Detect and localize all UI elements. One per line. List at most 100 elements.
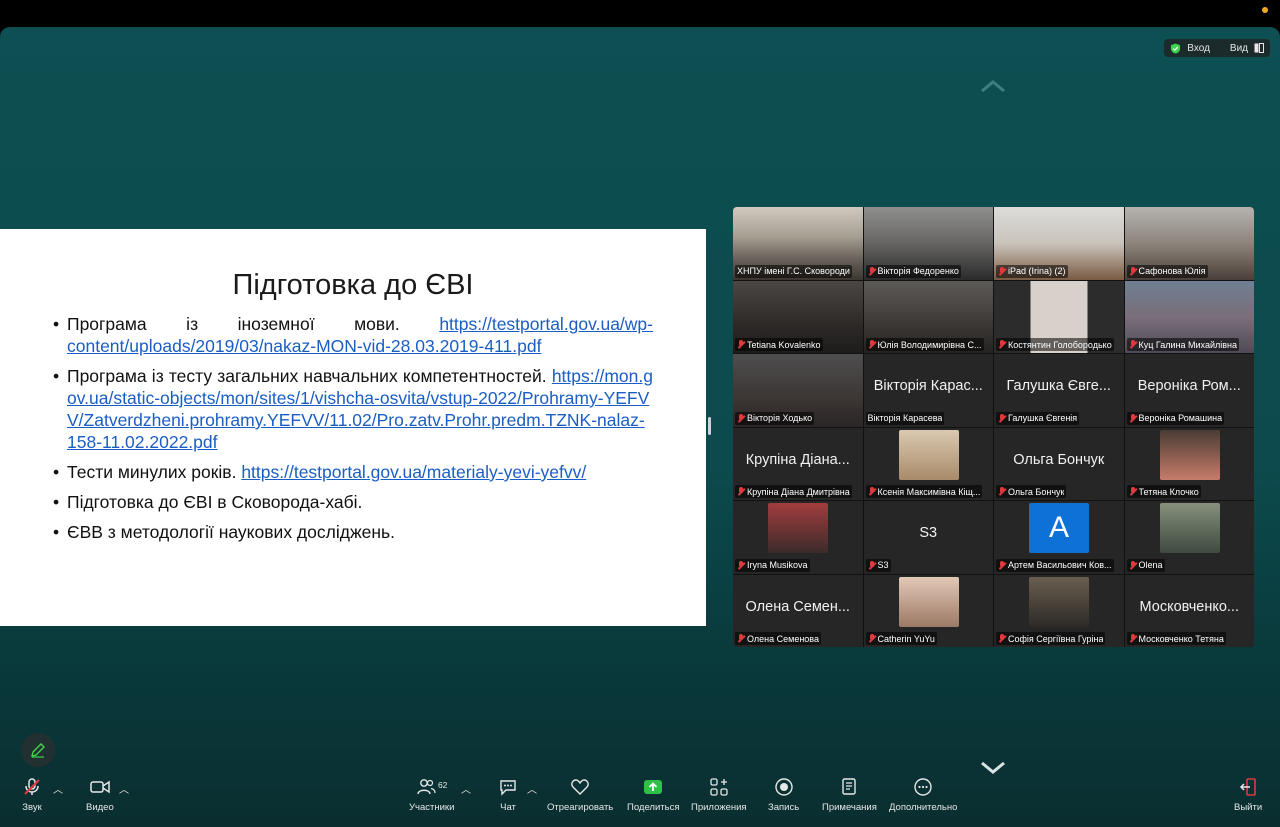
participant-tile[interactable]: Вероніка Ром... Вероніка Ромашина bbox=[1124, 354, 1254, 427]
shield-icon bbox=[1171, 42, 1181, 54]
display-name: Крупіна Діана... bbox=[745, 451, 850, 468]
participant-tile[interactable]: Костянтин Голобородько bbox=[994, 280, 1124, 353]
participant-name: Catherin YuYu bbox=[877, 633, 935, 644]
participant-tile[interactable]: A Артем Васильович Ков... bbox=[994, 501, 1124, 574]
participant-tile[interactable]: Catherin YuYu bbox=[863, 574, 993, 647]
participant-tile[interactable]: Куц Галина Михайлівна bbox=[1124, 280, 1254, 353]
mic-muted-icon bbox=[1129, 487, 1137, 496]
participant-name-label: Catherin YuYu bbox=[865, 632, 937, 645]
participant-name-label: Olena bbox=[1126, 558, 1165, 572]
participant-name-label: Ксенія Максимівна Кіщ... bbox=[865, 485, 983, 498]
gallery-grid: ХНПУ імені Г.С. Сковороди Вікторія Федоре… bbox=[733, 207, 1254, 647]
more-button[interactable]: Дополнительно bbox=[889, 777, 957, 813]
apps-button[interactable]: Приложения bbox=[691, 777, 747, 813]
participant-tile[interactable]: Сафонова Юлія bbox=[1124, 207, 1254, 280]
participants-options-caret[interactable]: ︿ bbox=[461, 781, 471, 796]
chevron-up-icon[interactable] bbox=[980, 79, 1006, 93]
participant-name-label: Крупіна Діана Дмитрівна bbox=[735, 485, 852, 498]
participant-name-label: Артем Васильович Ков... bbox=[996, 558, 1114, 572]
participant-name-label: iPad (Irina) (2) bbox=[996, 264, 1068, 278]
notes-button[interactable]: Примечания bbox=[822, 777, 877, 813]
mic-muted-icon bbox=[998, 340, 1006, 349]
participant-name: Московченко Тетяна bbox=[1138, 633, 1224, 644]
video-camera-icon bbox=[90, 780, 110, 794]
participant-tile[interactable]: Olena bbox=[1124, 501, 1254, 574]
record-icon bbox=[774, 778, 793, 796]
enter-label[interactable]: Вход bbox=[1187, 43, 1210, 54]
chat-button[interactable]: Чат bbox=[498, 777, 518, 813]
participant-name: Вікторія Ходько bbox=[747, 413, 813, 423]
meeting-toolbar: Звук ︿ Видео ︿ 62 Участники ︿ Чат ︿ Отре… bbox=[0, 767, 1280, 827]
participant-tile[interactable]: Юлія Володимирівна С... bbox=[863, 280, 993, 353]
participant-tile[interactable]: S3 S3 bbox=[863, 501, 993, 574]
participant-tile[interactable]: Вікторія Карас... Вікторія Карасева bbox=[863, 354, 993, 427]
participant-tile[interactable]: Софія Сергіївна Гуріна bbox=[994, 574, 1124, 647]
participant-name-label: ХНПУ імені Г.С. Сковороди bbox=[735, 264, 852, 278]
share-screen-icon bbox=[644, 780, 663, 794]
shared-slide: Підготовка до ЄВІ Програма із іноземної … bbox=[0, 229, 706, 626]
participant-tile[interactable]: Вікторія Федоренко bbox=[863, 207, 993, 280]
participant-tile[interactable]: iPad (Irina) (2) bbox=[994, 207, 1124, 280]
participant-tile[interactable]: Iryna Musikova bbox=[733, 501, 863, 574]
mic-muted-icon bbox=[998, 413, 1006, 423]
leave-icon bbox=[1240, 778, 1256, 796]
resize-handle[interactable] bbox=[708, 417, 711, 435]
avatar bbox=[1159, 503, 1220, 553]
more-icon bbox=[914, 778, 932, 796]
participant-tile[interactable]: Ольга Бончук Ольга Бончук bbox=[994, 427, 1124, 500]
display-name: Ольга Бончук bbox=[1013, 451, 1105, 468]
participant-tile[interactable]: Tetiana Kovalenko bbox=[733, 280, 863, 353]
video-options-caret[interactable]: ︿ bbox=[119, 781, 129, 796]
display-name: S3 bbox=[919, 525, 938, 541]
mic-muted-icon bbox=[868, 634, 876, 643]
record-button[interactable]: Запись bbox=[768, 777, 799, 813]
slide-title: Підготовка до ЄВІ bbox=[232, 269, 474, 301]
participant-name: Тетяна Клочко bbox=[1138, 486, 1199, 497]
participant-name: ХНПУ імені Г.С. Сковороди bbox=[737, 266, 850, 276]
participant-name-label: Галушка Євгенія bbox=[996, 411, 1080, 425]
video-button[interactable]: Видео bbox=[86, 777, 114, 813]
participant-tile[interactable]: Галушка Євге... Галушка Євгенія bbox=[994, 354, 1124, 427]
participant-name: Куц Галина Михайлівна bbox=[1138, 339, 1238, 350]
view-button[interactable]: Вид bbox=[1230, 43, 1248, 54]
leave-button[interactable]: Выйти bbox=[1234, 777, 1262, 813]
audio-button[interactable]: Звук bbox=[22, 777, 42, 813]
participant-tile[interactable]: Ксенія Максимівна Кіщ... bbox=[863, 427, 993, 500]
participant-name: Tetiana Kovalenko bbox=[747, 339, 821, 350]
participant-name-label: Вікторія Федоренко bbox=[865, 264, 961, 278]
mic-muted-icon bbox=[998, 560, 1006, 570]
participant-name: Вікторія Карасева bbox=[867, 413, 943, 423]
participant-name-label: Сафонова Юлія bbox=[1126, 264, 1208, 278]
participant-tile[interactable]: Московченко... Московченко Тетяна bbox=[1124, 574, 1254, 647]
mic-muted-icon bbox=[1129, 413, 1137, 423]
audio-options-caret[interactable]: ︿ bbox=[53, 781, 63, 796]
share-button[interactable]: Поделиться bbox=[627, 777, 679, 813]
participant-name-label: Тетяна Клочко bbox=[1126, 485, 1201, 498]
slide-bullets: Програма із іноземної мови. https://test… bbox=[53, 313, 653, 551]
participant-name-label: Iryna Musikova bbox=[735, 558, 810, 572]
participant-name: Крупіна Діана Дмитрівна bbox=[747, 486, 850, 497]
participant-tile[interactable]: Крупіна Діана... Крупіна Діана Дмитрівна bbox=[733, 427, 863, 500]
grid-view-icon[interactable] bbox=[1254, 43, 1264, 53]
chat-options-caret[interactable]: ︿ bbox=[527, 781, 537, 796]
bullet-3: Тести минулих років. https://testportal.… bbox=[53, 461, 653, 483]
mic-muted-icon bbox=[24, 778, 40, 795]
mic-muted-icon bbox=[998, 266, 1006, 276]
link-3[interactable]: https://testportal.gov.ua/materialy-yevi… bbox=[241, 462, 586, 482]
avatar bbox=[898, 576, 959, 627]
display-name: Галушка Євге... bbox=[1006, 378, 1111, 394]
participant-tile[interactable]: ХНПУ імені Г.С. Сковороди bbox=[733, 207, 863, 280]
annotate-button[interactable] bbox=[21, 733, 55, 767]
participants-button[interactable]: 62 Участники bbox=[409, 777, 454, 813]
participants-icon bbox=[417, 779, 436, 795]
react-button[interactable]: Отреагировать bbox=[547, 777, 613, 813]
apps-icon bbox=[710, 778, 728, 796]
participant-tile[interactable]: Тетяна Клочко bbox=[1124, 427, 1254, 500]
mic-muted-icon bbox=[737, 413, 745, 423]
participant-name-label: Софія Сергіївна Гуріна bbox=[996, 632, 1106, 645]
view-controls: Вход Вид bbox=[1164, 39, 1270, 57]
status-dot bbox=[1262, 7, 1268, 13]
avatar bbox=[1159, 429, 1220, 480]
participant-tile[interactable]: Олена Семен... Олена Семенова bbox=[733, 574, 863, 647]
participant-tile[interactable]: Вікторія Ходько bbox=[733, 354, 863, 427]
